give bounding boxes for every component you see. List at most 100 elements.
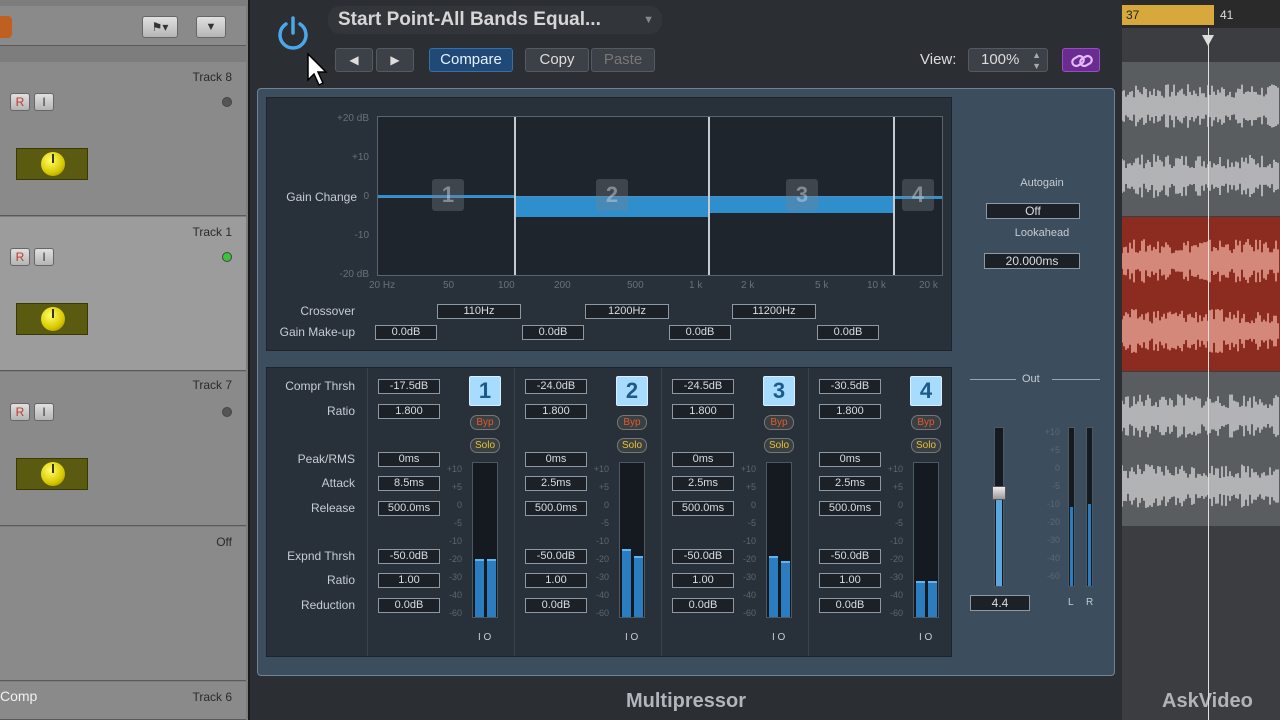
expnd-thrsh-field[interactable]: -50.0dB [819, 549, 881, 564]
x-tick: 20 Hz [369, 280, 396, 291]
track-color-tab[interactable] [0, 16, 12, 38]
solo-button[interactable]: Solo [470, 438, 500, 453]
copy-button[interactable]: Copy [525, 48, 589, 72]
output-scale-tick: -40 [1046, 553, 1060, 563]
bypass-button[interactable]: Byp [470, 415, 500, 430]
reduction-field[interactable]: 0.0dB [672, 598, 734, 613]
paste-button[interactable]: Paste [591, 48, 655, 72]
ratio-field[interactable]: 1.800 [672, 404, 734, 419]
makeup-1-field[interactable]: 0.0dB [375, 325, 437, 340]
volume-knob[interactable] [41, 152, 65, 176]
band-number-button[interactable]: 2 [616, 376, 648, 406]
reduction-field[interactable]: 0.0dB [378, 598, 440, 613]
expnd-thrsh-field[interactable]: -50.0dB [525, 549, 587, 564]
attack-field[interactable]: 8.5ms [378, 476, 440, 491]
zoom-select[interactable]: 100% ▲ ▼ [968, 48, 1048, 72]
expand-ratio-field[interactable]: 1.00 [672, 573, 734, 588]
track-header-off[interactable]: Off [0, 527, 246, 681]
track-header-8[interactable]: Track 8 R I [0, 62, 246, 216]
record-enable-button[interactable]: R [10, 93, 30, 111]
playhead[interactable] [1208, 28, 1209, 720]
volume-knob[interactable] [41, 307, 65, 331]
compare-button[interactable]: Compare [429, 48, 513, 72]
crossover-1-handle[interactable] [514, 117, 516, 275]
autogain-select[interactable]: Off [986, 203, 1080, 219]
previous-preset-button[interactable]: ◀ [335, 48, 373, 72]
volume-knob[interactable] [41, 462, 65, 486]
solo-button[interactable]: Solo [911, 438, 941, 453]
band-number-button[interactable]: 4 [910, 376, 942, 406]
peak-rms-field[interactable]: 0ms [819, 452, 881, 467]
band-number-button[interactable]: 1 [469, 376, 501, 406]
input-monitor-button[interactable]: I [34, 93, 54, 111]
next-preset-button[interactable]: ▶ [376, 48, 414, 72]
peak-rms-field[interactable]: 0ms [378, 452, 440, 467]
record-enable-button[interactable]: R [10, 248, 30, 266]
track-header-7[interactable]: Track 7 R I [0, 372, 246, 526]
solo-button[interactable]: Solo [617, 438, 647, 453]
ratio-field[interactable]: 1.800 [819, 404, 881, 419]
compr-thrsh-label: Compr Thrsh [285, 379, 355, 393]
expnd-thrsh-field[interactable]: -50.0dB [378, 549, 440, 564]
collapse-button[interactable]: ▼ [196, 16, 226, 38]
input-monitor-button[interactable]: I [34, 403, 54, 421]
makeup-2-field[interactable]: 0.0dB [522, 325, 584, 340]
release-field[interactable]: 500.0ms [525, 501, 587, 516]
audio-region-selected[interactable] [1122, 217, 1280, 371]
expand-ratio-field[interactable]: 1.00 [378, 573, 440, 588]
crossover-3-field[interactable]: 11200Hz [732, 304, 816, 319]
watermark: AskVideo [1162, 690, 1253, 712]
crossover-3-handle[interactable] [893, 117, 895, 275]
output-fader[interactable] [992, 427, 1006, 587]
compr-thrsh-field[interactable]: -30.5dB [819, 379, 881, 394]
input-monitor-button[interactable]: I [34, 248, 54, 266]
makeup-4-field[interactable]: 0.0dB [817, 325, 879, 340]
timeline-ruler[interactable]: 37 41 [1122, 0, 1280, 46]
power-icon[interactable] [274, 14, 312, 52]
attack-field[interactable]: 2.5ms [672, 476, 734, 491]
preset-menu[interactable]: Start Point-All Bands Equal... ▼ [328, 6, 662, 34]
release-field[interactable]: 500.0ms [378, 501, 440, 516]
reduction-field[interactable]: 0.0dB [819, 598, 881, 613]
band-number-button[interactable]: 3 [763, 376, 795, 406]
bypass-button[interactable]: Byp [764, 415, 794, 430]
audio-region[interactable] [1122, 372, 1280, 526]
release-field[interactable]: 500.0ms [819, 501, 881, 516]
expand-ratio-field[interactable]: 1.00 [819, 573, 881, 588]
compr-thrsh-field[interactable]: -17.5dB [378, 379, 440, 394]
expnd-thrsh-field[interactable]: -50.0dB [672, 549, 734, 564]
bypass-button[interactable]: Byp [911, 415, 941, 430]
x-tick: 20 k [919, 280, 938, 291]
compr-thrsh-field[interactable]: -24.5dB [672, 379, 734, 394]
ratio-field[interactable]: 1.800 [378, 404, 440, 419]
link-button[interactable] [1062, 48, 1100, 72]
ratio-field[interactable]: 1.800 [525, 404, 587, 419]
track-header-6[interactable]: Comp Track 6 [0, 682, 246, 720]
audio-region[interactable] [1122, 62, 1280, 216]
meter-scale-tick: +5 [745, 482, 756, 492]
crossover-1-field[interactable]: 110Hz [437, 304, 521, 319]
stepper-icon: ▲ ▼ [1032, 50, 1041, 71]
output-fader-thumb[interactable] [992, 486, 1006, 500]
band-parameters: Compr Thrsh Ratio Peak/RMS Attack Releas… [266, 367, 952, 657]
gain-change-plot[interactable]: 1 2 3 4 [377, 116, 943, 276]
crossover-2-handle[interactable] [708, 117, 710, 275]
attack-field[interactable]: 2.5ms [525, 476, 587, 491]
makeup-3-field[interactable]: 0.0dB [669, 325, 731, 340]
compr-thrsh-field[interactable]: -24.0dB [525, 379, 587, 394]
flag-menu-button[interactable]: ⚑▾ [142, 16, 178, 38]
meter-scale-tick: 0 [456, 500, 462, 510]
peak-rms-field[interactable]: 0ms [672, 452, 734, 467]
bypass-button[interactable]: Byp [617, 415, 647, 430]
attack-field[interactable]: 2.5ms [819, 476, 881, 491]
crossover-2-field[interactable]: 1200Hz [585, 304, 669, 319]
expand-ratio-field[interactable]: 1.00 [525, 573, 587, 588]
reduction-field[interactable]: 0.0dB [525, 598, 587, 613]
output-value-field[interactable]: 4.4 [970, 595, 1030, 611]
track-header-1[interactable]: Track 1 R I [0, 217, 246, 371]
peak-rms-field[interactable]: 0ms [525, 452, 587, 467]
release-field[interactable]: 500.0ms [672, 501, 734, 516]
record-enable-button[interactable]: R [10, 403, 30, 421]
lookahead-field[interactable]: 20.000ms [984, 253, 1080, 269]
solo-button[interactable]: Solo [764, 438, 794, 453]
